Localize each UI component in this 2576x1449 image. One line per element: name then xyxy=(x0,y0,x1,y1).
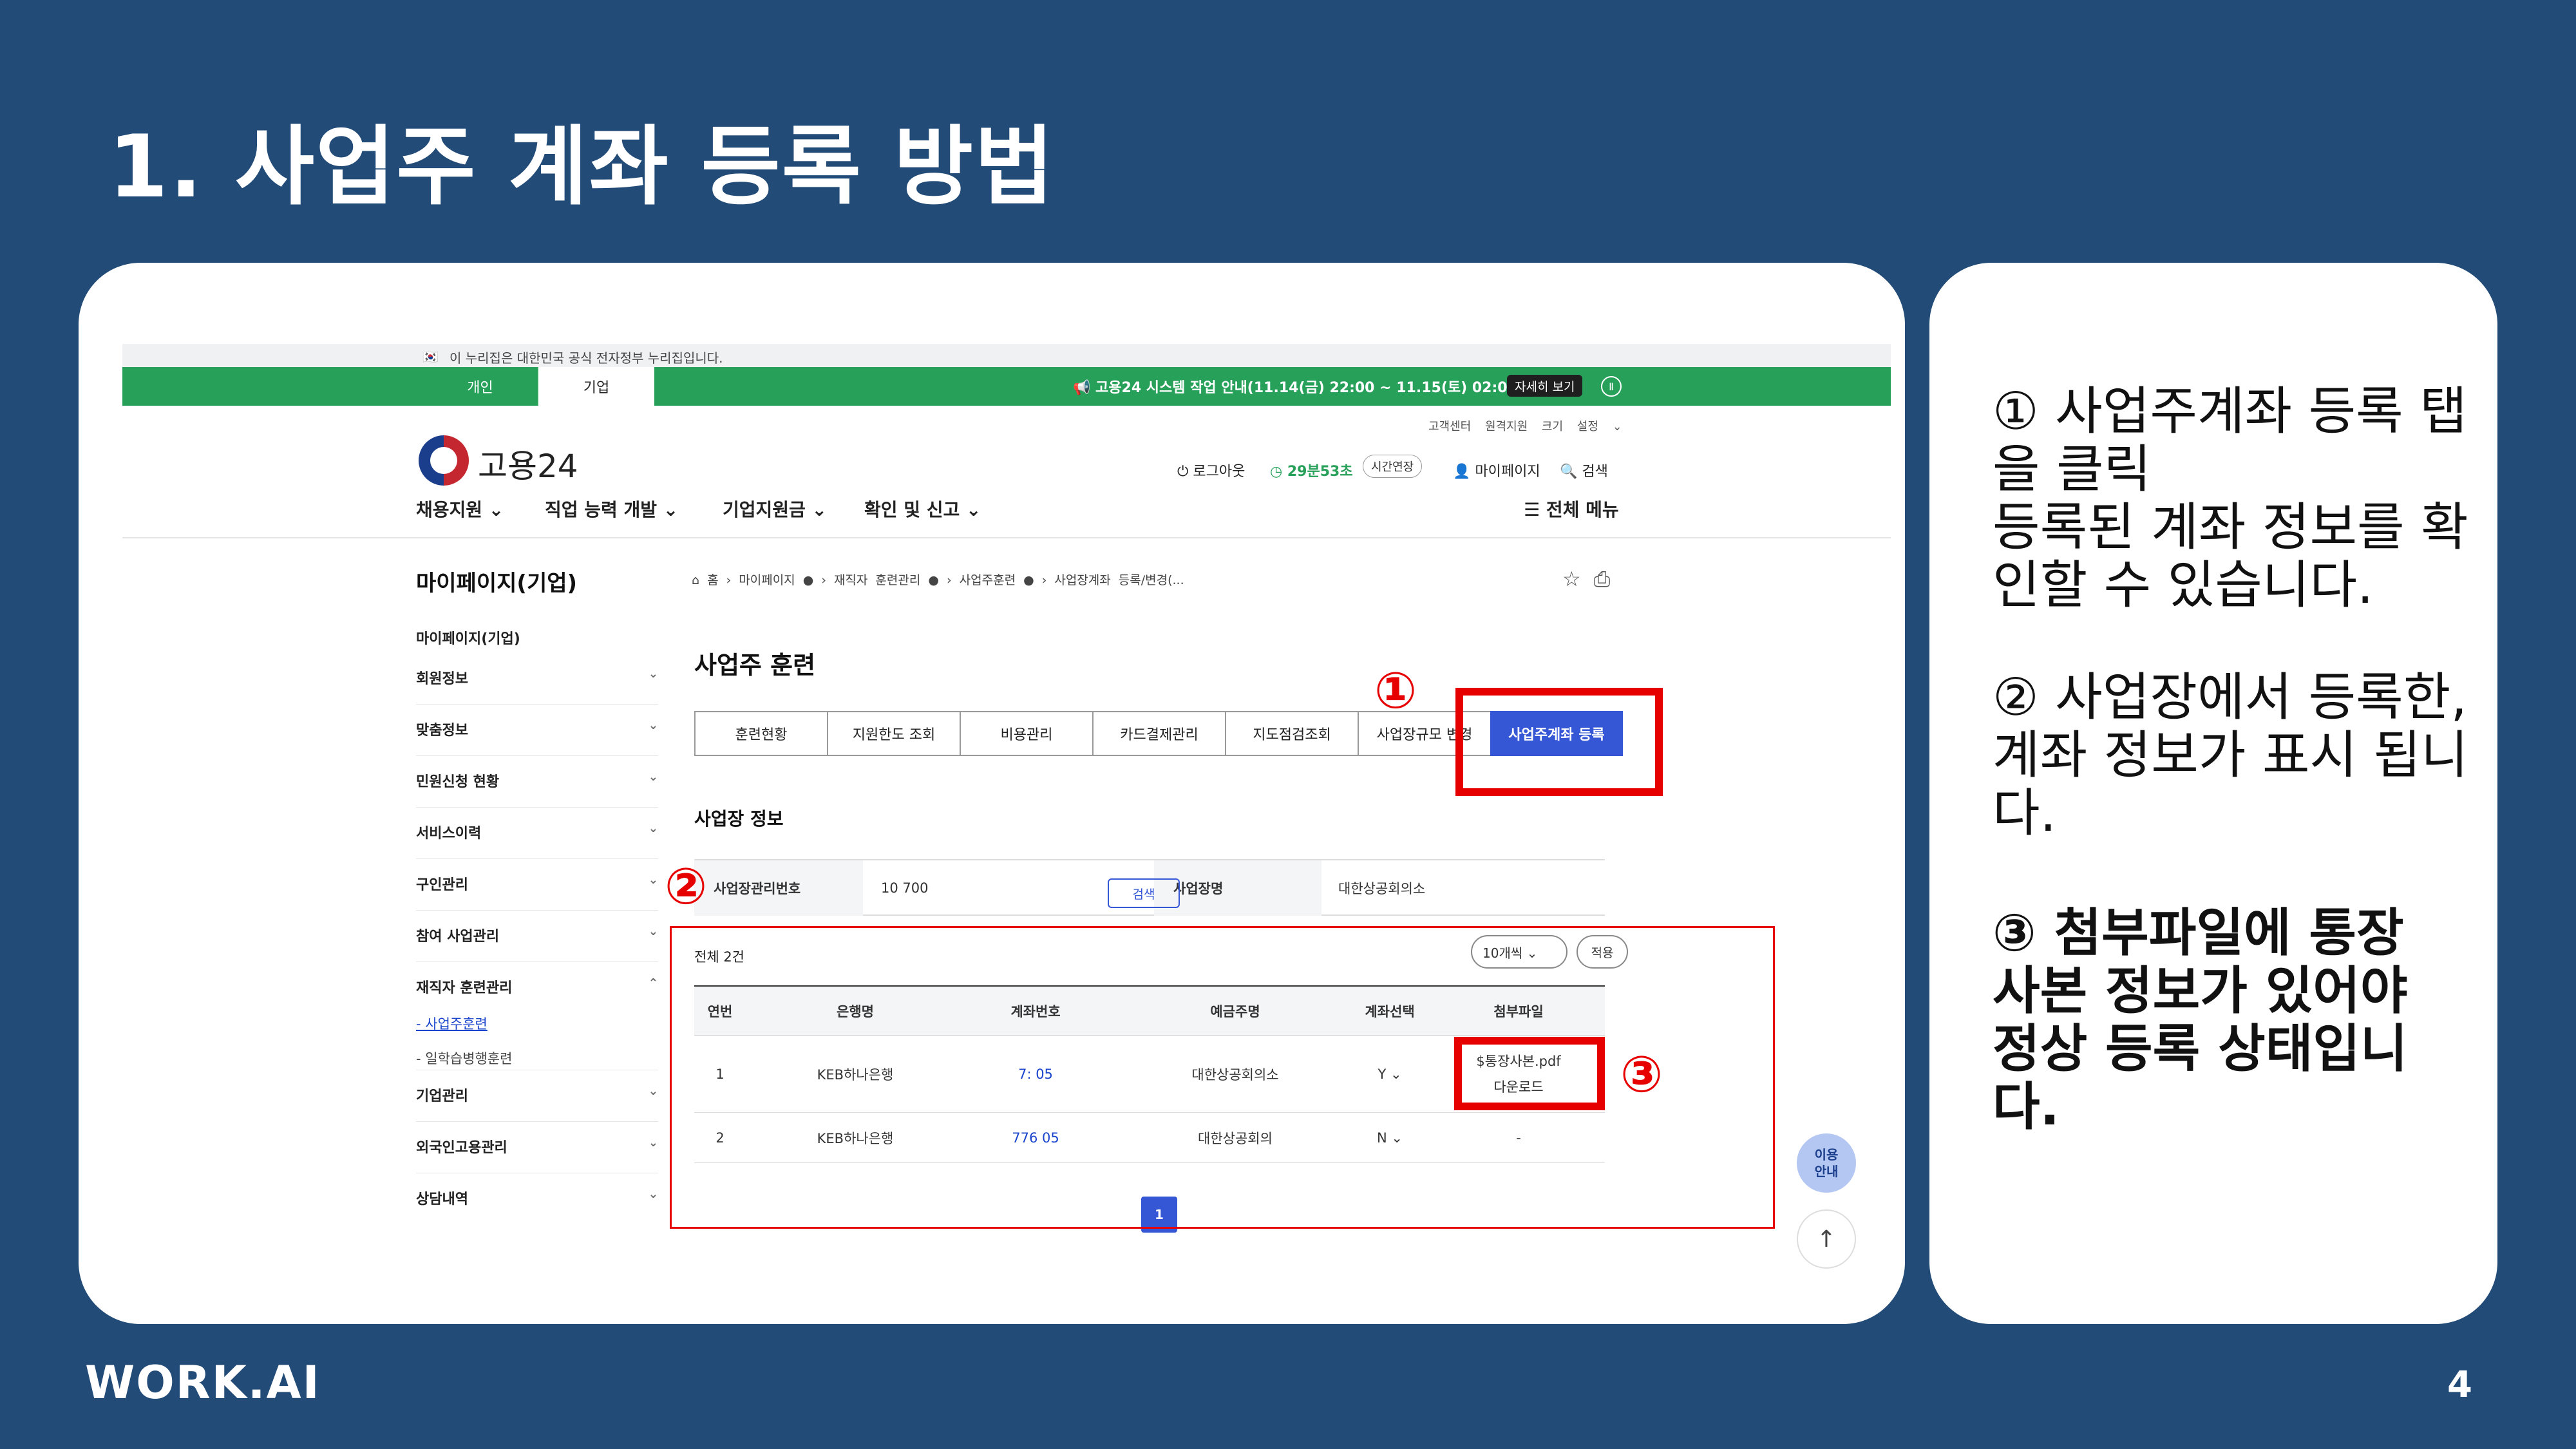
lnb-item-company[interactable]: 기업관리 ⌄ xyxy=(416,1070,658,1122)
workplace-search-button[interactable]: 검색 xyxy=(1108,878,1180,908)
workplace-info-title: 사업장 정보 xyxy=(694,808,784,829)
tab-card-payment[interactable]: 카드결제관리 xyxy=(1092,711,1225,756)
site-logo-text[interactable]: 고용24 xyxy=(478,440,578,487)
logout-link[interactable]: ⏻ 로그아웃 xyxy=(1177,460,1245,480)
tab-limit-inquiry[interactable]: 지원한도 조회 xyxy=(827,711,960,756)
lnb-sub-employer-training[interactable]: - 사업주훈련 xyxy=(416,1014,488,1033)
lnb-item-label: 구인관리 xyxy=(416,877,468,893)
note-step-2: ② 사업장에서 등록한, 계좌 정보가 표시 됩니다. xyxy=(1993,667,2468,843)
lnb-item-label: 민원신청 현황 xyxy=(416,774,500,790)
chevron-down-icon: ⌄ xyxy=(648,1136,658,1150)
tab-inspection[interactable]: 지도점검조회 xyxy=(1225,711,1358,756)
lnb-item-custom[interactable]: 맞춤정보 ⌄ xyxy=(416,705,658,756)
chevron-down-icon: ⌄ xyxy=(648,1188,658,1201)
chevron-down-icon: ⌄ xyxy=(648,1084,658,1098)
gnb-item-report[interactable]: 확인 및 신고 ⌄ xyxy=(864,496,981,522)
breadcrumb[interactable]: ⌂ 홈 › 마이페이지 ● › 재직자 훈련관리 ● › 사업주훈련 ● › 사… xyxy=(692,571,1184,588)
gov-banner-text: 이 누리집은 대한민국 공식 전자정부 누리집입니다. xyxy=(450,350,723,366)
lnb-item-mypage[interactable]: 마이페이지(기업) xyxy=(416,613,658,653)
help-guide-button[interactable]: 이용 안내 xyxy=(1797,1133,1856,1193)
explanation-card: ① 사업주계좌 등록 탭을 클릭 등록된 계좌 정보를 확인할 수 있습니다. … xyxy=(1929,263,2497,1324)
lnb-item-label: 상담내역 xyxy=(416,1191,468,1208)
lnb-item-member[interactable]: 회원정보 ⌄ xyxy=(416,653,658,705)
tab-corporate[interactable]: 기업 xyxy=(538,367,654,406)
lnb-title: 마이페이지(기업) xyxy=(416,571,578,596)
chevron-up-icon: ⌃ xyxy=(648,976,658,990)
flag-icon: 🇰🇷 xyxy=(422,349,439,365)
goyong24-screenshot: 🇰🇷 이 누리집은 대한민국 공식 전자정부 누리집입니다. 개인 기업 📢 고… xyxy=(122,344,1891,1269)
chevron-down-icon: ⌄ xyxy=(648,822,658,835)
marker-1: ① xyxy=(1374,662,1417,720)
lnb-item-label: 외국인고용관리 xyxy=(416,1140,507,1156)
highlight-box-3 xyxy=(1454,1037,1605,1110)
lnb-item-label: 재직자 훈련관리 xyxy=(416,980,513,996)
gnb-item-subsidy[interactable]: 기업지원금 ⌄ xyxy=(723,496,827,522)
gov-banner: 🇰🇷 이 누리집은 대한민국 공식 전자정부 누리집입니다. xyxy=(122,344,1891,367)
chevron-down-icon: ⌄ xyxy=(648,770,658,784)
lnb-item-consult[interactable]: 상담내역 ⌄ xyxy=(416,1173,658,1225)
chevron-down-icon: ⌄ xyxy=(648,667,658,681)
extend-session-button[interactable]: 시간연장 xyxy=(1363,455,1423,478)
note-step-3: ③ 첨부파일에 통장 사본 정보가 있어야 정상 등록 상태입니다. xyxy=(1993,903,2408,1137)
page-title: 사업주 훈련 xyxy=(694,651,816,679)
lnb-item-label: 참여 사업관리 xyxy=(416,929,500,945)
chevron-down-icon: ⌄ xyxy=(648,925,658,938)
top-green-bar: 개인 기업 📢 고용24 시스템 작업 안내(11.14(금) 22:00 ~ … xyxy=(122,367,1891,406)
marker-2: ② xyxy=(665,858,708,916)
system-notice[interactable]: 📢 고용24 시스템 작업 안내(11.14(금) 22:00 ~ 11.15(… xyxy=(1073,376,1524,397)
tab-personal[interactable]: 개인 xyxy=(422,367,538,406)
tab-training-status[interactable]: 훈련현황 xyxy=(694,711,827,756)
header-divider xyxy=(122,537,1891,538)
highlight-box-2 xyxy=(670,926,1775,1229)
lnb-sub-work-learning[interactable]: - 일학습병행훈련 xyxy=(416,1048,513,1068)
chevron-down-icon: ⌄ xyxy=(648,719,658,732)
lnb-item-label: 회원정보 xyxy=(416,671,468,687)
lnb-item-label: 서비스이력 xyxy=(416,826,482,842)
utility-links[interactable]: 고객센터 원격지원 크기 설정 ⌄ xyxy=(1428,417,1622,434)
favorite-print-icons[interactable]: ☆⎙ xyxy=(1562,567,1623,592)
marker-3: ③ xyxy=(1620,1046,1663,1104)
workplace-name-value: 대한상공회의소 xyxy=(1338,881,1426,896)
gov-logo-icon xyxy=(419,435,469,486)
all-menu-button[interactable]: ☰ 전체 메뉴 xyxy=(1524,496,1619,522)
session-timer: ◷ 29분53초 xyxy=(1270,464,1353,480)
lnb-item-label: 마이페이지(기업) xyxy=(416,631,520,647)
gnb-item-training[interactable]: 직업 능력 개발 ⌄ xyxy=(545,496,678,522)
brand-logo: WORK.AI xyxy=(85,1356,321,1409)
highlight-box-1 xyxy=(1455,688,1663,796)
lnb-item-service[interactable]: 서비스이력 ⌄ xyxy=(416,808,658,859)
lnb-item-petition[interactable]: 민원신청 현황 ⌄ xyxy=(416,756,658,808)
lnb-item-program[interactable]: 참여 사업관리 ⌄ xyxy=(416,911,658,962)
tab-cost[interactable]: 비용관리 xyxy=(960,711,1092,756)
mypage-link[interactable]: 👤 마이페이지 xyxy=(1453,460,1540,480)
scroll-top-icon[interactable]: ↑ xyxy=(1797,1209,1856,1269)
lnb-item-label: 맞춤정보 xyxy=(416,723,468,739)
search-link[interactable]: 🔍 검색 xyxy=(1560,460,1608,480)
note-step-1: ① 사업주계좌 등록 탭을 클릭 등록된 계좌 정보를 확인할 수 있습니다. xyxy=(1993,381,2468,615)
lnb-item-label: 기업관리 xyxy=(416,1088,468,1104)
screenshot-card: 🇰🇷 이 누리집은 대한민국 공식 전자정부 누리집입니다. 개인 기업 📢 고… xyxy=(79,263,1905,1324)
chevron-down-icon: ⌄ xyxy=(648,873,658,887)
gnb-item-recruit[interactable]: 채용지원 ⌄ xyxy=(416,496,504,522)
pause-icon[interactable]: Ⅱ xyxy=(1601,376,1622,397)
reg-number-value: 10 700 xyxy=(881,880,929,896)
reg-number-label: 사업장관리번호 xyxy=(694,860,863,916)
notice-detail-button[interactable]: 자세히 보기 xyxy=(1507,375,1583,397)
lnb-item-foreign[interactable]: 외국인고용관리 ⌄ xyxy=(416,1122,658,1173)
page-number: 4 xyxy=(2447,1364,2472,1406)
lnb-item-hiring[interactable]: 구인관리 ⌄ xyxy=(416,859,658,911)
slide-title: 1. 사업주 계좌 등록 방법 xyxy=(108,117,1056,217)
